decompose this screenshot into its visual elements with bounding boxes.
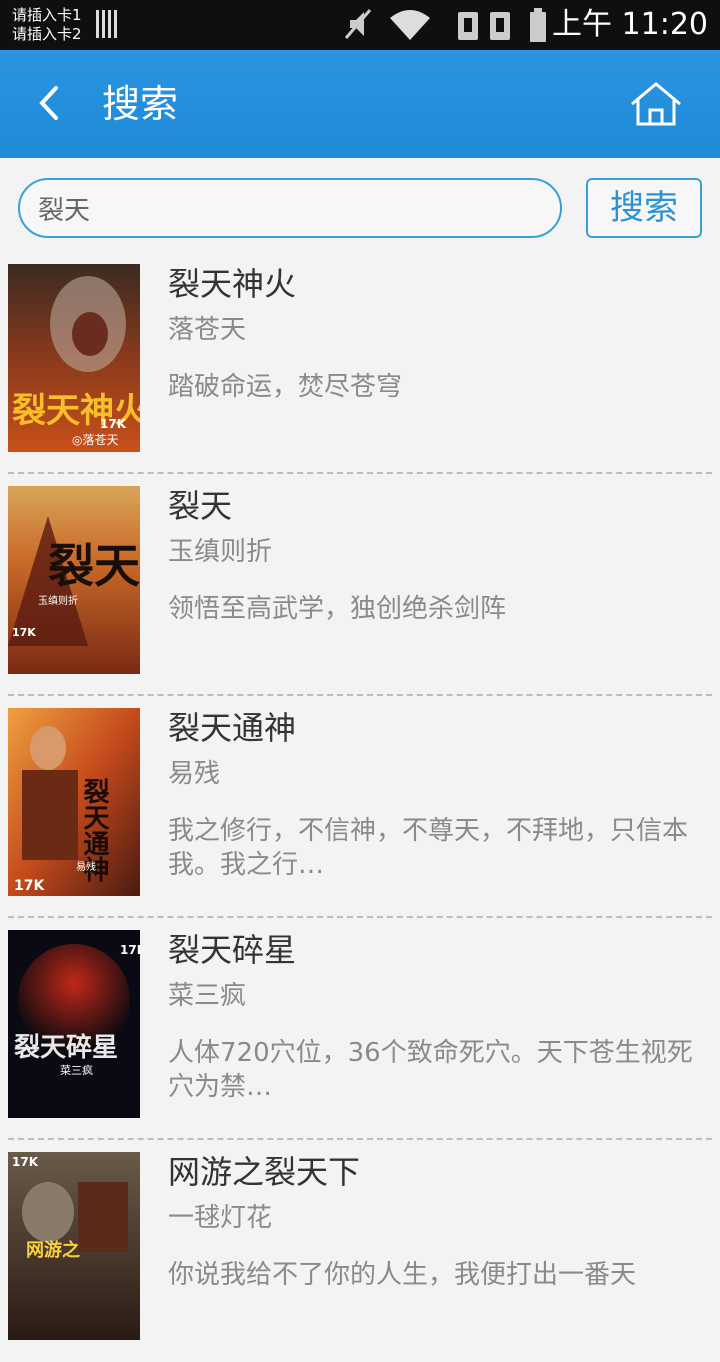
cover-title: 网游之 xyxy=(26,1239,80,1261)
book-description: 人体720穴位，36个致命死穴。天下苍生视死穴为禁… xyxy=(168,1038,693,1102)
results-list: 裂天神火 ◎落苍天 17K 裂天神火 落苍天 踏破命运，焚尽苍穹 裂天 玉缜则折… xyxy=(0,252,720,1362)
book-title[interactable]: 裂天碎星 xyxy=(168,930,296,970)
battery-icon xyxy=(530,8,546,42)
book-cover[interactable]: 裂天通神 易残 17K xyxy=(8,708,140,896)
clock-text: 上午 11:20 xyxy=(552,7,708,42)
home-icon xyxy=(631,82,681,126)
book-author: 落苍天 xyxy=(168,315,247,345)
list-item[interactable]: 裂天碎星 菜三疯 17K 裂天碎星 菜三疯 人体720穴位，36个致命死穴。天下… xyxy=(0,918,720,1140)
book-author: 菜三疯 xyxy=(168,981,247,1011)
status-icons xyxy=(344,8,546,42)
back-button[interactable] xyxy=(26,78,76,128)
book-cover[interactable]: 网游之 17K xyxy=(8,1152,140,1340)
book-title[interactable]: 网游之裂天下 xyxy=(168,1152,360,1192)
mute-icon xyxy=(344,9,372,39)
book-description: 我之修行，不信神，不尊天，不拜地，只信本我。我之行… xyxy=(168,816,689,880)
status-bar: 请插入卡1 请插入卡2 上午 11:20 xyxy=(0,0,720,50)
cover-author: 菜三疯 xyxy=(60,1063,93,1077)
cover-badge: 17K xyxy=(14,878,45,894)
book-description: 踏破命运，焚尽苍穹 xyxy=(168,372,403,402)
book-description: 领悟至高武学，独创绝杀剑阵 xyxy=(168,594,507,624)
sim2-text: 请插入卡2 xyxy=(12,25,82,43)
cover-title: 裂天 xyxy=(48,539,140,593)
book-title[interactable]: 裂天通神 xyxy=(168,708,296,748)
cover-author: 玉缜则折 xyxy=(38,594,78,607)
signal-bars-icon xyxy=(96,10,122,38)
book-author: 一毬灯花 xyxy=(168,1203,273,1233)
home-button[interactable] xyxy=(626,80,686,130)
cover-title: 裂天碎星 xyxy=(14,1033,118,1063)
cover-badge: 17K xyxy=(120,943,140,957)
book-cover[interactable]: 裂天碎星 菜三疯 17K xyxy=(8,930,140,1118)
page-title: 搜索 xyxy=(102,82,179,126)
book-cover[interactable]: 裂天神火 ◎落苍天 17K xyxy=(8,264,140,452)
cover-badge: 17K xyxy=(12,626,36,639)
chevron-left-icon xyxy=(39,86,58,120)
app-bar: 搜索 xyxy=(0,50,720,158)
list-item[interactable]: 裂天神火 ◎落苍天 17K 裂天神火 落苍天 踏破命运，焚尽苍穹 xyxy=(0,252,720,474)
book-author: 易残 xyxy=(168,759,221,789)
cover-author: 易残 xyxy=(76,860,96,873)
book-author: 玉缜则折 xyxy=(168,537,273,567)
sim-status: 请插入卡1 请插入卡2 xyxy=(12,6,82,44)
wifi-icon xyxy=(390,10,430,40)
cover-badge: 17K xyxy=(12,1155,39,1169)
sim1-text: 请插入卡1 xyxy=(12,6,82,24)
book-title[interactable]: 裂天神火 xyxy=(168,264,296,304)
list-item[interactable]: 裂天 玉缜则折 17K 裂天 玉缜则折 领悟至高武学，独创绝杀剑阵 xyxy=(0,474,720,696)
book-cover[interactable]: 裂天 玉缜则折 17K xyxy=(8,486,140,674)
book-title[interactable]: 裂天 xyxy=(168,486,232,526)
search-button[interactable]: 搜索 xyxy=(586,178,702,238)
book-description: 你说我给不了你的人生，我便打出一番天 xyxy=(168,1260,637,1290)
search-input[interactable] xyxy=(18,178,562,238)
list-item[interactable]: 裂天通神 易残 17K 裂天通神 易残 我之修行，不信神，不尊天，不拜地，只信本… xyxy=(0,696,720,918)
list-item[interactable]: 网游之 17K 网游之裂天下 一毬灯花 你说我给不了你的人生，我便打出一番天 xyxy=(0,1140,720,1362)
sim-card-icon xyxy=(458,12,510,40)
cover-badge: 17K xyxy=(100,417,127,431)
cover-author: ◎落苍天 xyxy=(72,433,118,447)
